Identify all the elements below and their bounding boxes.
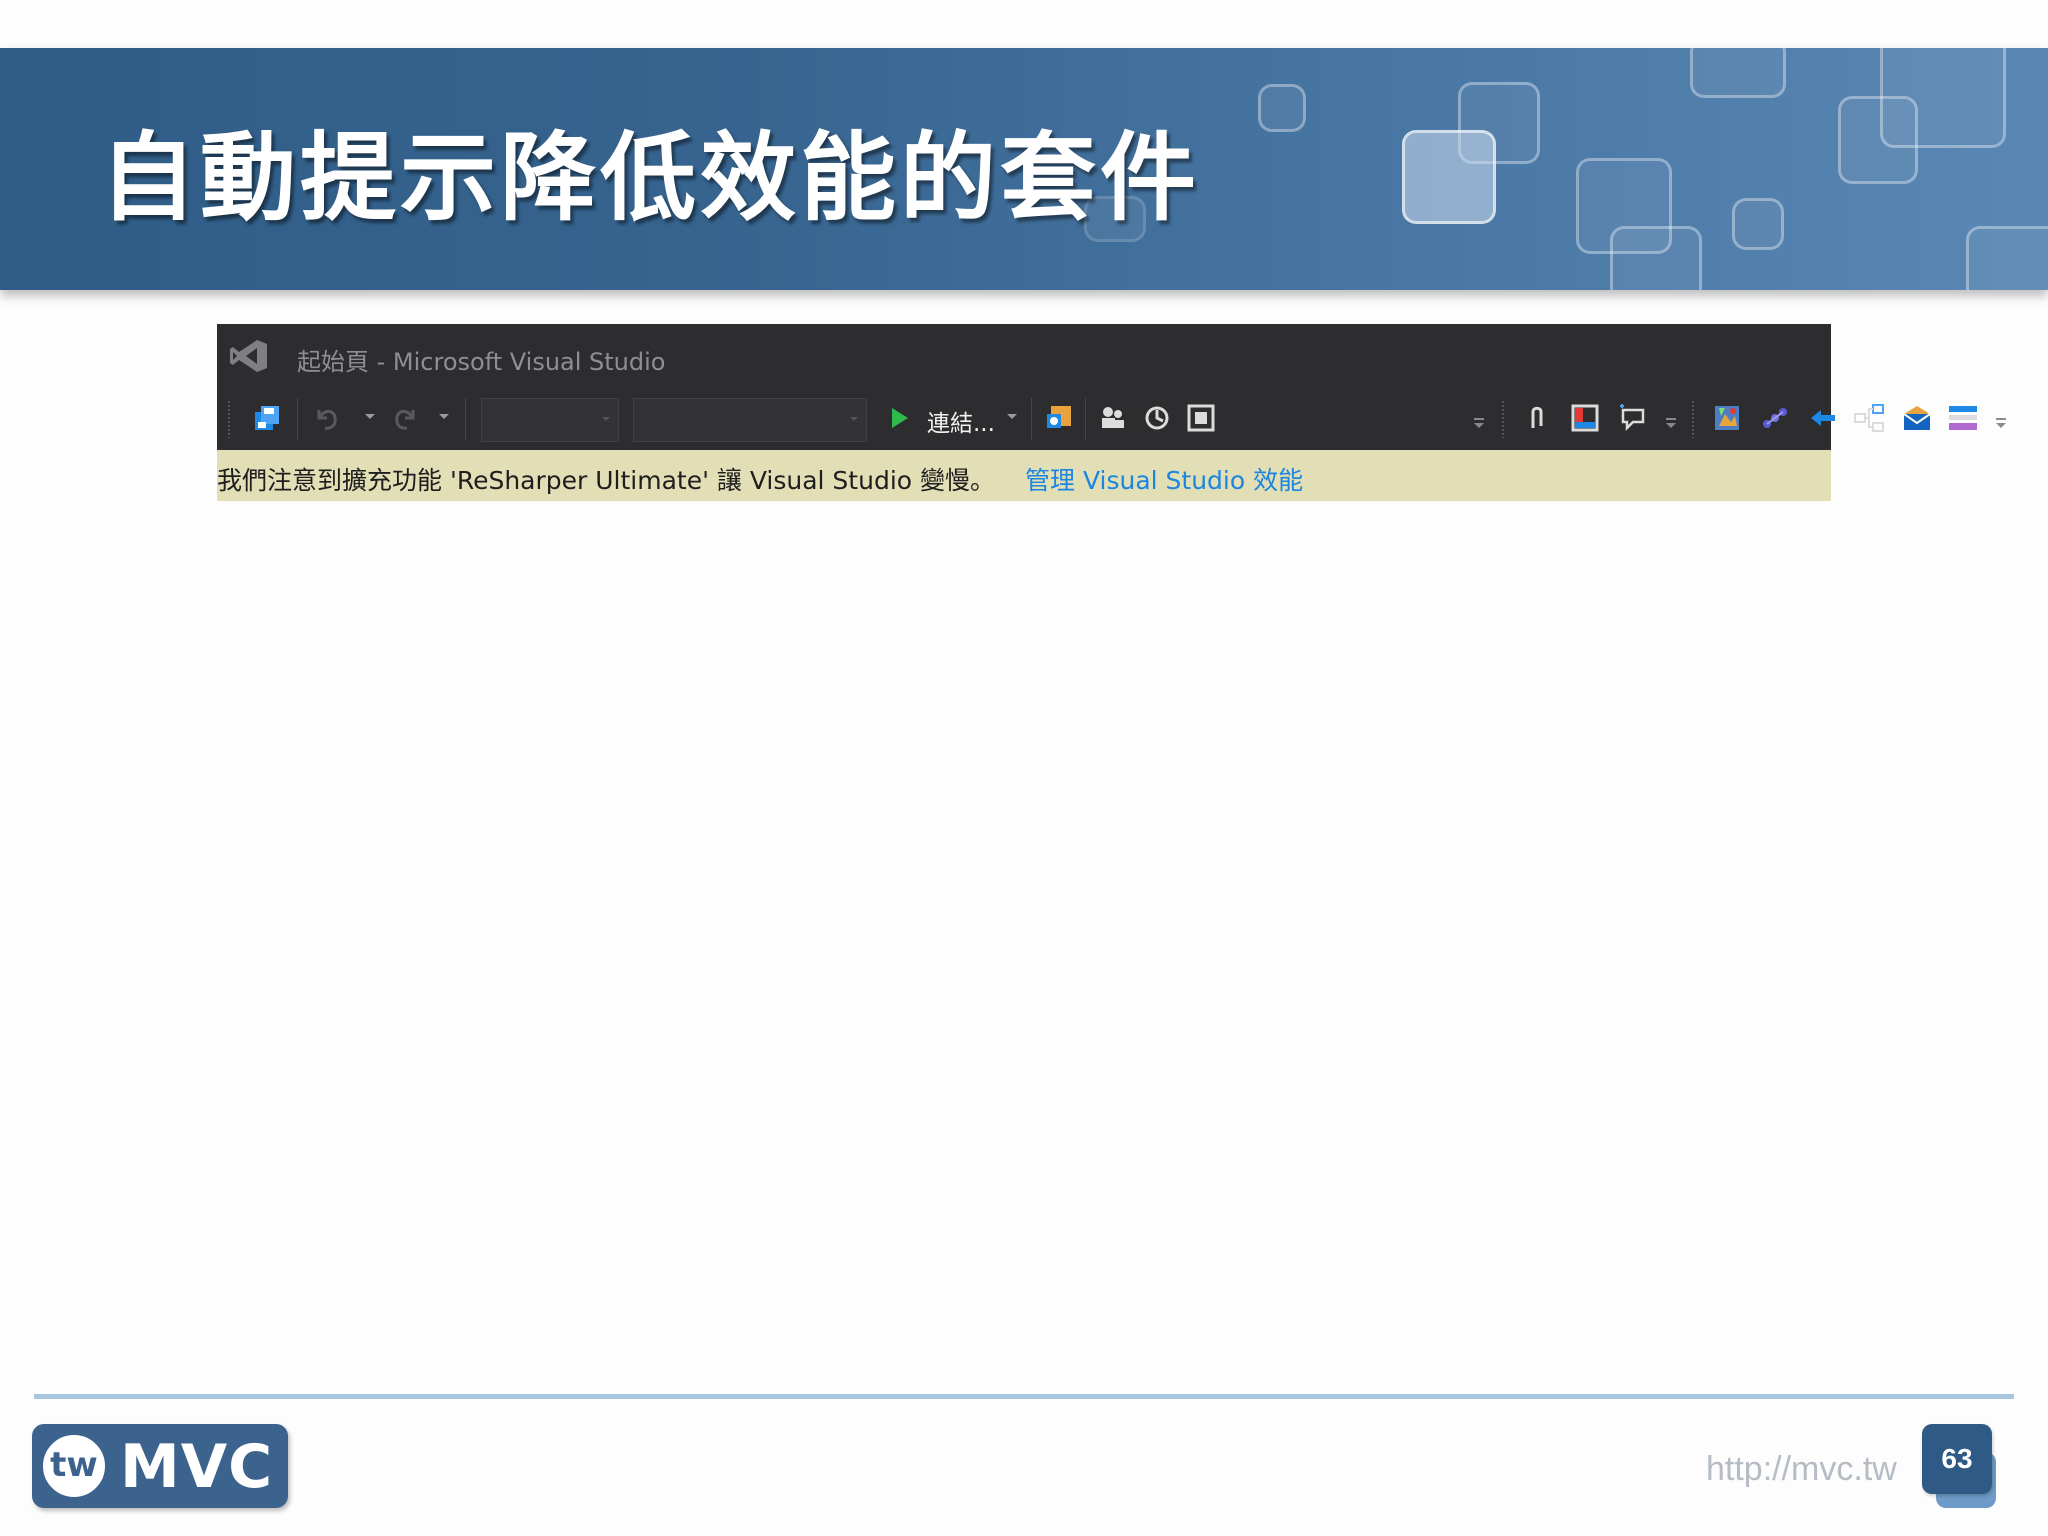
toolbar-overflow-icon[interactable]	[1473, 416, 1485, 430]
footer-url: http://mvc.tw	[1706, 1450, 1897, 1488]
start-run-icon[interactable]	[885, 404, 913, 432]
vs-titlebar: 起始頁 - Microsoft Visual Studio	[217, 324, 1831, 388]
undo-icon[interactable]	[311, 402, 343, 434]
decor-square	[1880, 48, 2006, 148]
toolbar-separator	[1031, 398, 1032, 440]
platform-select[interactable]	[633, 398, 867, 442]
decor-square	[1966, 226, 2048, 290]
decor-square	[1402, 130, 1496, 224]
toolbar-grip[interactable]	[1501, 400, 1505, 438]
chevron-down-icon	[602, 417, 610, 421]
image-editor-icon[interactable]	[1711, 402, 1743, 434]
title-banner: 自動提示降低效能的套件	[0, 48, 2048, 290]
decor-square	[1732, 198, 1784, 250]
browser-link-icon[interactable]	[1043, 402, 1075, 434]
decor-square	[1690, 48, 1786, 98]
decor-square	[1610, 226, 1702, 290]
chevron-down-icon	[850, 417, 858, 421]
toolbar-grip[interactable]	[227, 400, 231, 438]
window-layout-icon[interactable]	[1569, 402, 1601, 434]
toolbar-separator	[1085, 398, 1086, 440]
comment-icon[interactable]	[1617, 402, 1649, 434]
redo-dropdown-arrow-icon[interactable]	[439, 414, 449, 419]
dependency-icon[interactable]	[1759, 402, 1791, 434]
infobar-message: 我們注意到擴充功能 'ReSharper Ultimate' 讓 Visual …	[217, 466, 996, 495]
hierarchy-icon[interactable]	[1853, 402, 1885, 434]
mail-icon[interactable]	[1901, 402, 1933, 434]
redo-icon[interactable]	[389, 402, 421, 434]
slide: 自動提示降低效能的套件 起始頁 - Microsoft Visual Studi…	[0, 0, 2048, 1536]
undo-dropdown-arrow-icon[interactable]	[365, 414, 375, 419]
toolbar-separator	[297, 398, 298, 440]
footer-divider	[34, 1394, 2014, 1399]
run-button-label[interactable]: 連結...	[927, 404, 995, 438]
team-explorer-icon[interactable]	[1097, 402, 1129, 434]
toolbar-overflow-icon[interactable]	[1995, 416, 2007, 430]
code-map-icon[interactable]	[1185, 402, 1217, 434]
logo-mvc-text: MVC	[120, 1432, 274, 1502]
performance-infobar: 我們注意到擴充功能 'ReSharper Ultimate' 讓 Visual …	[217, 450, 1831, 501]
back-arrow-icon[interactable]	[1807, 402, 1839, 434]
vs-toolbar: 連結...	[217, 388, 2006, 450]
decor-square	[1258, 84, 1306, 132]
attach-icon[interactable]	[1521, 402, 1553, 434]
logo-tw-text: tw	[50, 1445, 98, 1485]
toolbar-separator	[465, 398, 466, 440]
vs-window-screenshot: 起始頁 - Microsoft Visual Studio 連結... 我們注意…	[217, 324, 2006, 501]
refresh-icon[interactable]	[1141, 402, 1173, 434]
save-all-icon[interactable]	[251, 402, 283, 434]
twmvc-logo: tw MVC	[32, 1424, 288, 1508]
window-title: 起始頁 - Microsoft Visual Studio	[297, 348, 666, 376]
slide-title: 自動提示降低效能的套件	[100, 122, 1200, 234]
run-dropdown-arrow-icon[interactable]	[1007, 414, 1017, 419]
toolbar-overflow-icon[interactable]	[1665, 416, 1677, 430]
toolbar-grip[interactable]	[1691, 400, 1695, 438]
layout-bars-icon[interactable]	[1947, 402, 1979, 434]
page-number: 63	[1922, 1424, 1992, 1494]
manage-performance-link[interactable]: 管理 Visual Studio 效能	[1025, 461, 1303, 497]
configuration-select[interactable]	[481, 398, 619, 442]
visual-studio-logo-icon	[230, 340, 267, 372]
